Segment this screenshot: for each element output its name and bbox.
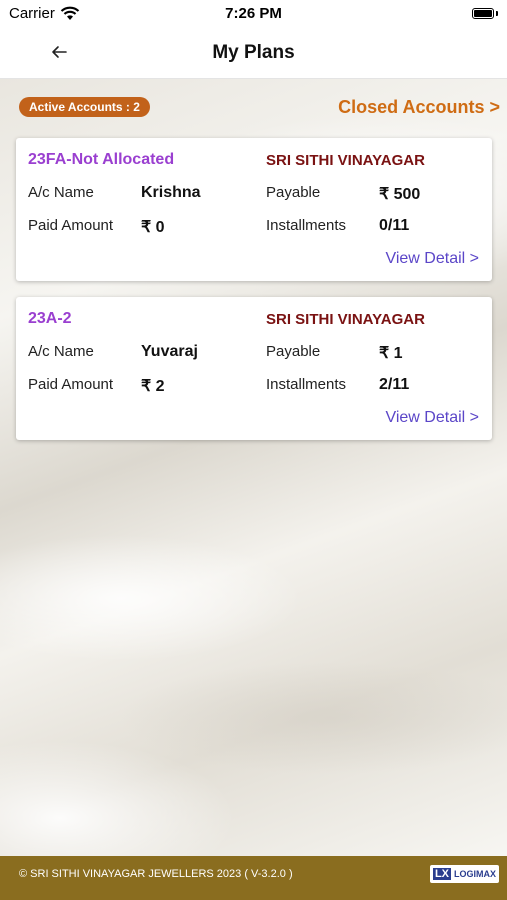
plan-code: 23A-2 bbox=[28, 310, 72, 327]
store-name: SRI SITHI VINAYAGAR bbox=[266, 311, 425, 328]
plan-card[interactable]: 23FA-Not Allocated SRI SITHI VINAYAGAR A… bbox=[16, 138, 492, 281]
battery-icon bbox=[472, 8, 498, 20]
ac-name-value: Krishna bbox=[141, 184, 201, 201]
page-title: My Plans bbox=[212, 42, 295, 63]
logo-text: LOGIMAX bbox=[454, 869, 496, 879]
footer: © SRI SITHI VINAYAGAR JEWELLERS 2023 ( V… bbox=[0, 856, 507, 900]
plan-card[interactable]: 23A-2 SRI SITHI VINAYAGAR A/c Name Yuvar… bbox=[16, 297, 492, 440]
ac-name-label: A/c Name bbox=[28, 343, 94, 360]
payable-value: ₹ 1 bbox=[379, 345, 403, 362]
paid-amount-value: ₹ 0 bbox=[141, 219, 165, 236]
logimax-logo: LX LOGIMAX bbox=[429, 865, 499, 883]
installments-value: 0/11 bbox=[379, 217, 410, 234]
paid-amount-value: ₹ 2 bbox=[141, 378, 165, 395]
view-detail-link[interactable]: View Detail > bbox=[385, 409, 479, 427]
payable-label: Payable bbox=[266, 184, 321, 201]
installments-label: Installments bbox=[266, 217, 347, 234]
active-accounts-badge: Active Accounts : 2 bbox=[19, 97, 150, 117]
paid-amount-label: Paid Amount bbox=[28, 376, 114, 393]
paid-amount-label: Paid Amount bbox=[28, 217, 114, 234]
payable-value: ₹ 500 bbox=[379, 186, 421, 203]
navigation-bar: My Plans bbox=[0, 28, 507, 79]
plan-code: 23FA-Not Allocated bbox=[28, 151, 175, 168]
copyright-text: © SRI SITHI VINAYAGAR JEWELLERS 2023 ( V… bbox=[19, 868, 293, 880]
payable-label: Payable bbox=[266, 343, 321, 360]
installments-value: 2/11 bbox=[379, 376, 410, 393]
ac-name-label: A/c Name bbox=[28, 184, 94, 201]
store-name: SRI SITHI VINAYAGAR bbox=[266, 152, 425, 169]
view-detail-link[interactable]: View Detail > bbox=[385, 250, 479, 268]
status-bar: Carrier 7:26 PM bbox=[0, 0, 507, 28]
logo-mark: LX bbox=[432, 868, 451, 880]
ac-name-value: Yuvaraj bbox=[141, 343, 198, 360]
closed-accounts-link[interactable]: Closed Accounts > bbox=[338, 97, 500, 118]
installments-label: Installments bbox=[266, 376, 347, 393]
clock: 7:26 PM bbox=[225, 5, 282, 22]
